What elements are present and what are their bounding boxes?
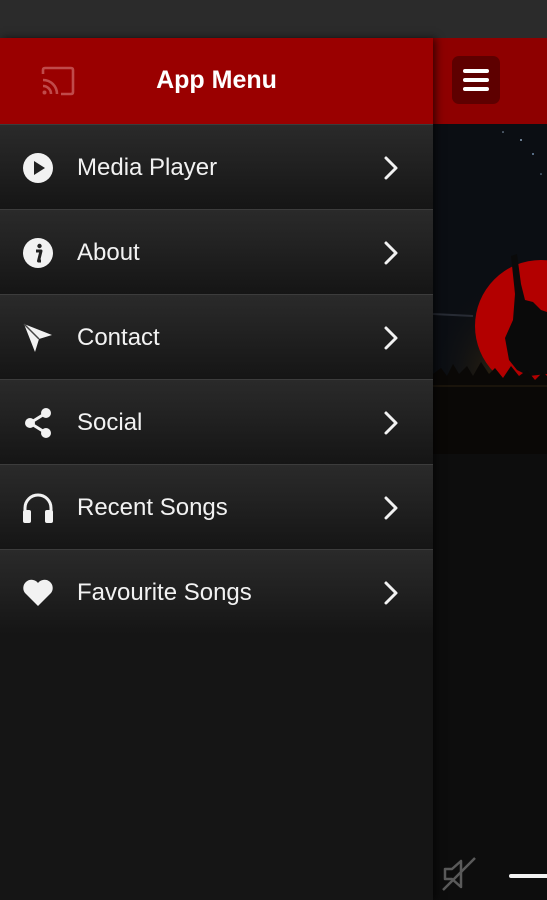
- chevron-right-icon: [384, 496, 398, 520]
- chevron-right-icon: [384, 411, 398, 435]
- info-circle-icon: [23, 238, 53, 268]
- menu-item-label: Social: [77, 409, 143, 436]
- menu-item-favourite-songs[interactable]: Favourite Songs: [0, 549, 433, 634]
- menu-item-label: Contact: [77, 324, 160, 351]
- menu-item-social[interactable]: Social: [0, 379, 433, 464]
- main-screen: [433, 38, 547, 900]
- menu-item-contact[interactable]: Contact: [0, 294, 433, 379]
- play-circle-icon: [23, 153, 53, 183]
- menu-item-about[interactable]: About: [0, 209, 433, 294]
- heart-icon: [23, 579, 53, 606]
- menu-item-label: Recent Songs: [77, 494, 228, 521]
- status-bar: [0, 0, 547, 38]
- menu-item-media-player[interactable]: Media Player: [0, 124, 433, 209]
- hamburger-icon: [463, 69, 489, 73]
- chevron-right-icon: [384, 581, 398, 605]
- mute-icon[interactable]: [439, 854, 479, 894]
- volume-slider[interactable]: [509, 874, 547, 878]
- chevron-right-icon: [384, 326, 398, 350]
- menu-item-label: About: [77, 239, 140, 266]
- share-icon: [25, 408, 51, 438]
- send-arrow-icon: [23, 323, 52, 352]
- headphones-icon: [23, 493, 53, 523]
- menu-list: Media Player About Contact Social Recent…: [0, 124, 433, 634]
- hamburger-menu-button[interactable]: [452, 56, 500, 104]
- concert-artwork: [433, 124, 547, 900]
- main-header: [433, 38, 547, 124]
- menu-item-recent-songs[interactable]: Recent Songs: [0, 464, 433, 549]
- navigation-drawer: App Menu Media Player About Contact Soci…: [0, 38, 433, 900]
- menu-item-label: Media Player: [77, 154, 218, 181]
- menu-item-label: Favourite Songs: [77, 579, 252, 606]
- chevron-right-icon: [384, 156, 398, 180]
- drawer-header: App Menu: [0, 38, 433, 124]
- drawer-title: App Menu: [156, 66, 277, 94]
- chevron-right-icon: [384, 241, 398, 265]
